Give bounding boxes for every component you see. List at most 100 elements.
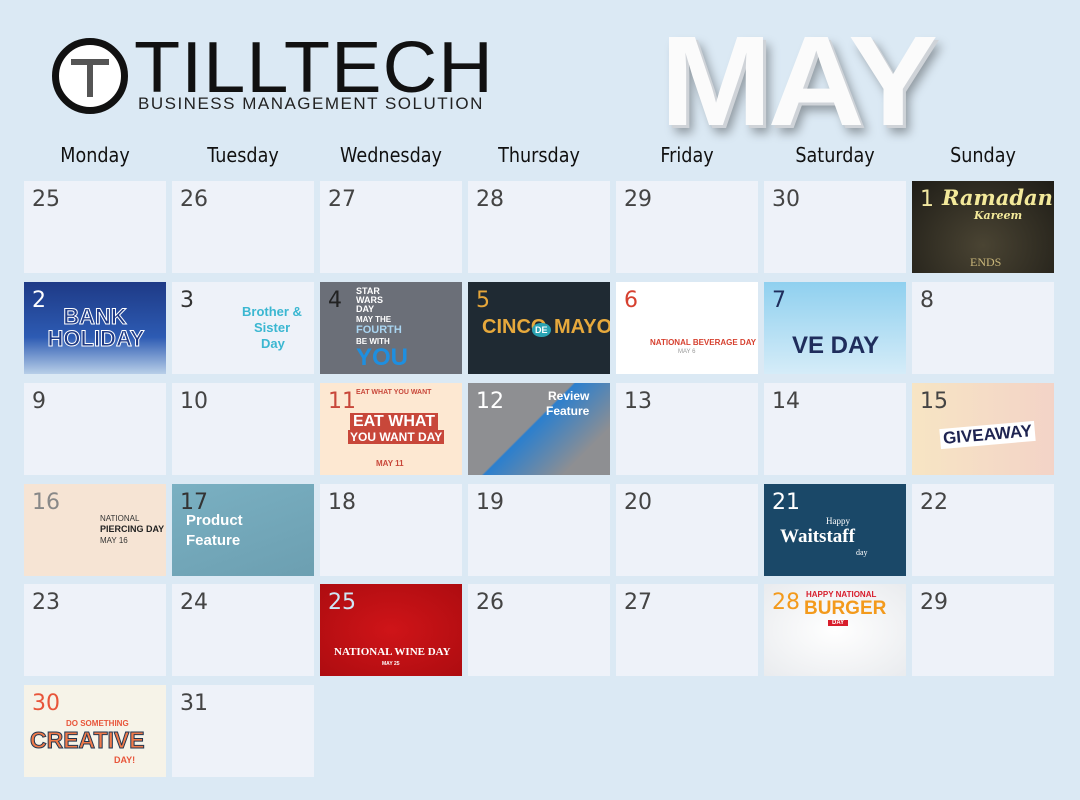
- event-text: MAYO: [554, 316, 610, 338]
- tilltech-logo: TILLTECH BUSINESS MANAGEMENT SOLUTION: [52, 28, 512, 116]
- event-text: VE DAY: [792, 332, 880, 359]
- day-number: 30: [32, 691, 60, 716]
- day-cell-19[interactable]: 19: [468, 484, 610, 576]
- event-text: GIVEAWAY: [939, 420, 1036, 450]
- day-cell-1[interactable]: Ramadan Kareem ENDS 1: [912, 181, 1054, 273]
- event-text: MAY THE: [356, 315, 392, 324]
- day-number: 11: [328, 389, 356, 414]
- event-text: Sister: [254, 320, 291, 335]
- event-text: HOLIDAY: [47, 326, 145, 352]
- month-title: MAY: [660, 10, 938, 153]
- day-cell-6[interactable]: NATIONAL BEVERAGE DAY MAY 6 6: [616, 282, 758, 374]
- day-number: 8: [920, 288, 934, 313]
- day-cell-14[interactable]: 14: [764, 383, 906, 475]
- day-cell-29[interactable]: 29: [912, 584, 1054, 676]
- day-number: 21: [772, 490, 800, 515]
- day-cell-28[interactable]: HAPPY NATIONAL BURGER DAY 28: [764, 584, 906, 676]
- weekday-friday: Friday: [660, 143, 714, 167]
- day-number: 29: [624, 187, 652, 212]
- day-cell-5[interactable]: CINCO DE MAYO 5: [468, 282, 610, 374]
- day-cell-25[interactable]: 25: [24, 181, 166, 273]
- day-cell-30[interactable]: DO SOMETHING CREATIVE DAY! 30: [24, 685, 166, 777]
- event-text: EAT WHAT YOU WANT: [356, 389, 432, 396]
- weekday-monday: Monday: [60, 143, 130, 167]
- day-number: 23: [32, 590, 60, 615]
- day-number: 22: [920, 490, 948, 515]
- day-number: 2: [32, 288, 46, 313]
- event-text: Ramadan: [942, 185, 1053, 210]
- event-text: PIERCING DAY: [100, 524, 165, 534]
- event-text: FOURTH: [356, 324, 402, 336]
- day-cell-21[interactable]: Happy Waitstaff day 21: [764, 484, 906, 576]
- day-number: 15: [920, 389, 948, 414]
- day-cell-27[interactable]: 27: [616, 584, 758, 676]
- day-number: 13: [624, 389, 652, 414]
- day-number: 20: [624, 490, 652, 515]
- event-text: DAY: [356, 304, 375, 314]
- event-text: Waitstaff: [780, 526, 855, 547]
- weekday-saturday: Saturday: [795, 143, 875, 167]
- day-number: 17: [180, 490, 208, 515]
- day-number: 16: [32, 490, 60, 515]
- day-number: 27: [328, 187, 356, 212]
- day-cell-9[interactable]: 9: [24, 383, 166, 475]
- day-cell-29[interactable]: 29: [616, 181, 758, 273]
- day-number: 31: [180, 691, 208, 716]
- event-text: Brother &: [242, 304, 302, 319]
- day-cell-30[interactable]: 30: [764, 181, 906, 273]
- weekday-thursday: Thursday: [498, 143, 580, 167]
- brand-tagline: BUSINESS MANAGEMENT SOLUTION: [138, 94, 484, 113]
- day-cell-18[interactable]: 18: [320, 484, 462, 576]
- day-number: 25: [328, 590, 356, 615]
- day-cell-31[interactable]: 31: [172, 685, 314, 777]
- day-number: 3: [180, 288, 194, 313]
- day-number: 6: [624, 288, 638, 313]
- day-number: 26: [180, 187, 208, 212]
- day-cell-16[interactable]: NATIONAL PIERCING DAY MAY 16 16: [24, 484, 166, 576]
- day-cell-8[interactable]: 8: [912, 282, 1054, 374]
- day-cell-15[interactable]: GIVEAWAY 15: [912, 383, 1054, 475]
- day-cell-20[interactable]: 20: [616, 484, 758, 576]
- event-text: MAY 16: [100, 536, 128, 545]
- event-text: DAY!: [114, 755, 136, 765]
- day-cell-26[interactable]: 26: [468, 584, 610, 676]
- day-cell-28[interactable]: 28: [468, 181, 610, 273]
- event-text: Review: [548, 389, 590, 403]
- day-cell-26[interactable]: 26: [172, 181, 314, 273]
- event-text: CREATIVE: [30, 727, 146, 754]
- day-cell-2[interactable]: BANK HOLIDAY 2: [24, 282, 166, 374]
- event-text: NATIONAL WINE DAY: [334, 646, 451, 658]
- day-cell-4[interactable]: STAR WARS DAY MAY THE FOURTH BE WITH YOU 4: [320, 282, 462, 374]
- day-cell-25[interactable]: NATIONAL WINE DAY MAY 25 25: [320, 584, 462, 676]
- event-text: Feature: [186, 532, 241, 549]
- event-text: EAT WHAT: [350, 413, 439, 431]
- day-number: 18: [328, 490, 356, 515]
- day-cell-27[interactable]: 27: [320, 181, 462, 273]
- event-text: NATIONAL: [100, 514, 140, 523]
- day-cell-17[interactable]: Product Feature 17: [172, 484, 314, 576]
- event-text: Kareem: [974, 209, 1023, 222]
- event-text: Day: [261, 336, 285, 351]
- event-text: YOU WANT DAY: [348, 430, 445, 444]
- day-cell-11[interactable]: EAT WHAT YOU WANT EAT WHAT YOU WANT DAY MAY…: [320, 383, 462, 475]
- day-cell-3[interactable]: Brother & Sister Day 3: [172, 282, 314, 374]
- event-text: MAY 25: [382, 661, 400, 667]
- day-number: 19: [476, 490, 504, 515]
- day-number: 14: [772, 389, 800, 414]
- day-cell-7[interactable]: VE DAY 7: [764, 282, 906, 374]
- day-cell-13[interactable]: 13: [616, 383, 758, 475]
- day-cell-24[interactable]: 24: [172, 584, 314, 676]
- day-number: 26: [476, 590, 504, 615]
- event-text: NATIONAL BEVERAGE DAY: [650, 338, 757, 347]
- weekday-sunday: Sunday: [950, 143, 1016, 167]
- day-number: 1: [920, 187, 934, 212]
- day-cell-10[interactable]: 10: [172, 383, 314, 475]
- day-number: 25: [32, 187, 60, 212]
- event-text: MAY 6: [678, 349, 696, 355]
- day-cell-12[interactable]: Review Feature 12: [468, 383, 610, 475]
- day-cell-23[interactable]: 23: [24, 584, 166, 676]
- event-text: Feature: [546, 404, 590, 418]
- day-cell-22[interactable]: 22: [912, 484, 1054, 576]
- day-number: 28: [476, 187, 504, 212]
- day-number: 7: [772, 288, 786, 313]
